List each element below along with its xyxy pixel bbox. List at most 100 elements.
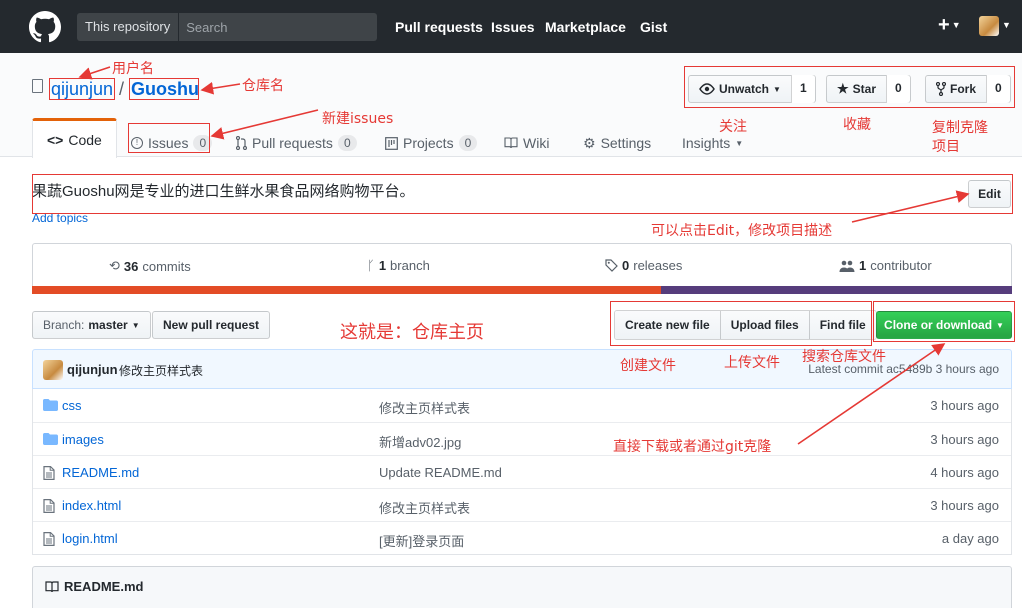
annotation-create-file: 创建文件: [620, 358, 676, 374]
annotation-fork-line1: 复制克隆: [932, 120, 988, 136]
annotation-username: 用户名: [112, 61, 154, 77]
pulls-counter: 0: [337, 135, 357, 151]
annotation-watch: 关注: [719, 119, 747, 135]
file-row: README.md Update README.md 4 hours ago: [33, 455, 1011, 488]
repo-icon: [32, 79, 43, 93]
file-commit-message[interactable]: 修改主页样式表: [379, 498, 470, 517]
commit-message[interactable]: 修改主页样式表: [119, 362, 203, 379]
tab-wiki-label: Wiki: [523, 135, 550, 151]
annotation-upload-file: 上传文件: [724, 355, 780, 371]
annotation-box-reponame: [129, 78, 199, 100]
chevron-down-icon: ▼: [735, 138, 744, 148]
tab-settings[interactable]: ⚙ Settings: [583, 129, 651, 157]
file-age: 4 hours ago: [930, 465, 999, 480]
commit-author[interactable]: qijunjun: [67, 362, 118, 377]
branch-count: 1: [378, 258, 387, 273]
tab-projects-label: Projects: [403, 135, 454, 151]
branches-link[interactable]: ᚴ 1 branch: [367, 258, 430, 273]
releases-count: 0: [622, 258, 630, 273]
github-logo-icon[interactable]: [29, 11, 61, 43]
contributor-label: contributor: [870, 258, 932, 273]
path-separator: /: [119, 79, 125, 99]
new-pull-request-label: New pull request: [163, 318, 260, 332]
tab-settings-label: Settings: [600, 135, 652, 151]
commit-author-avatar[interactable]: [43, 360, 63, 380]
readme-box: README.md: [32, 566, 1012, 608]
tab-pull-requests[interactable]: Pull requests 0: [236, 129, 357, 157]
chevron-down-icon[interactable]: ▼: [1002, 20, 1011, 30]
nav-issues[interactable]: Issues: [491, 19, 535, 35]
releases-label: releases: [633, 258, 683, 273]
user-avatar[interactable]: [979, 16, 999, 36]
annotation-clone: 直接下载或者通过git克隆: [613, 439, 772, 455]
chevron-down-icon: ▼: [951, 20, 961, 30]
commits-count: 36: [123, 258, 139, 274]
file-icon: [43, 532, 55, 549]
plus-icon: +: [938, 14, 950, 36]
file-name-link[interactable]: index.html: [62, 498, 121, 513]
annotation-reponame: 仓库名: [242, 78, 284, 94]
chevron-down-icon: ▼: [131, 320, 140, 330]
annotation-box-description: [32, 174, 1013, 214]
projects-counter: 0: [458, 135, 478, 151]
releases-link[interactable]: 0 releases: [605, 258, 682, 273]
new-pull-request-button[interactable]: New pull request: [152, 311, 271, 339]
annotation-box-file-actions: [610, 301, 872, 346]
nav-pull-requests[interactable]: Pull requests: [395, 19, 483, 35]
file-row: index.html 修改主页样式表 3 hours ago: [33, 488, 1011, 521]
search-input[interactable]: [179, 13, 377, 41]
commits-link[interactable]: ⟲ 36 commits: [109, 258, 191, 274]
search-box: This repository: [77, 13, 377, 41]
create-new-button[interactable]: + ▼: [938, 14, 961, 37]
annotation-box-clone: [873, 301, 1015, 342]
file-age: 3 hours ago: [930, 398, 999, 413]
contributor-count: 1: [859, 258, 867, 273]
nav-gist[interactable]: Gist: [640, 19, 667, 35]
annotation-box-repo-actions: [684, 66, 1015, 108]
file-row: images 新增adv02.jpg 3 hours ago: [33, 422, 1011, 455]
branch-prefix: Branch:: [43, 318, 85, 332]
annotation-box-issues: [128, 123, 210, 153]
annotation-new-issues: 新建issues: [322, 111, 394, 127]
contributors-link[interactable]: 1 contributor: [839, 258, 932, 273]
annotation-box-username: [49, 78, 115, 100]
file-age: 3 hours ago: [930, 432, 999, 447]
nav-marketplace[interactable]: Marketplace: [545, 19, 626, 35]
file-commit-message[interactable]: [更新]登录页面: [379, 531, 464, 550]
language-segment-css: [661, 286, 1012, 294]
gear-icon: ⚙: [583, 134, 596, 151]
file-commit-message[interactable]: 修改主页样式表: [379, 398, 470, 417]
annotation-search-file: 搜索仓库文件: [802, 349, 886, 365]
file-age: a day ago: [941, 531, 999, 546]
file-name-link[interactable]: images: [62, 432, 104, 447]
file-name-link[interactable]: README.md: [62, 465, 139, 480]
code-icon: <>: [47, 131, 64, 148]
tag-icon: [605, 259, 618, 272]
file-commit-message[interactable]: 新增adv02.jpg: [379, 432, 461, 451]
language-segment-html: [32, 286, 662, 294]
project-icon: [385, 136, 398, 150]
tab-code-label: Code: [68, 131, 102, 148]
file-name-link[interactable]: login.html: [62, 531, 118, 546]
language-bar[interactable]: [32, 286, 1012, 294]
file-icon: [43, 466, 55, 483]
branch-label: branch: [390, 258, 430, 273]
book-icon: [504, 137, 518, 149]
branch-select-button[interactable]: Branch: master ▼: [32, 311, 151, 339]
file-name-link[interactable]: css: [62, 398, 82, 413]
file-icon: [43, 499, 55, 516]
tab-projects[interactable]: Projects 0: [385, 129, 478, 157]
folder-icon: [43, 399, 58, 414]
file-row: login.html [更新]登录页面 a day ago: [33, 521, 1011, 554]
people-icon: [839, 260, 855, 272]
book-icon: [45, 580, 59, 592]
tab-code[interactable]: <> Code: [32, 118, 117, 158]
file-commit-message[interactable]: Update README.md: [379, 465, 502, 480]
annotation-fork-line2: 项目: [932, 139, 960, 155]
branch-name: master: [88, 318, 128, 332]
file-age: 3 hours ago: [930, 498, 999, 513]
tab-insights-label: Insights: [682, 135, 731, 151]
branch-icon: ᚴ: [367, 258, 375, 273]
tab-wiki[interactable]: Wiki: [504, 129, 549, 157]
annotation-star: 收藏: [843, 117, 871, 133]
